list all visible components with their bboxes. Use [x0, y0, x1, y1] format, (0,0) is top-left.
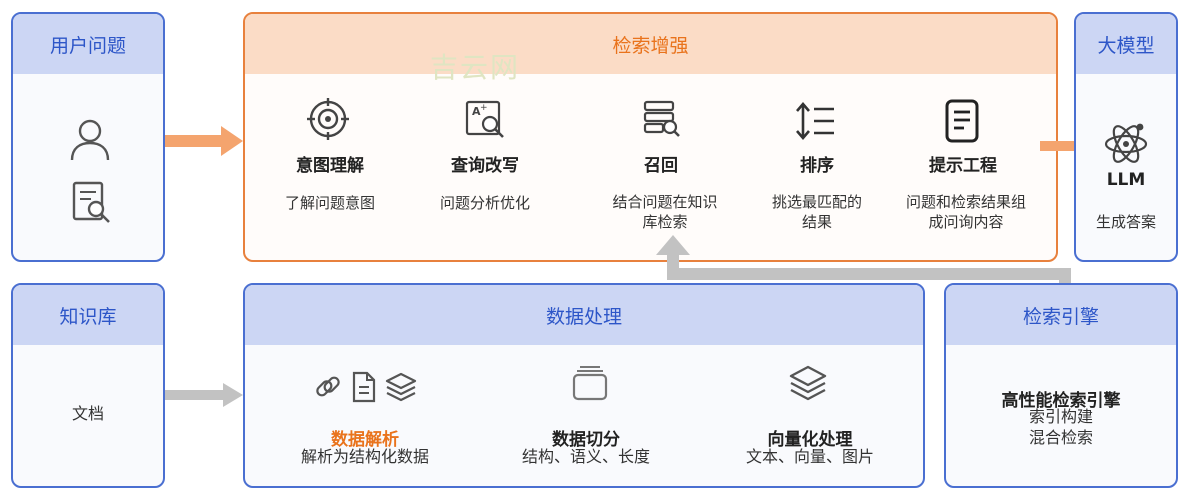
knowledge-title: 知识库 [13, 285, 163, 345]
layers-icon [385, 372, 417, 402]
step-desc-prompt: 问题和检索结果组 成问询内容 [905, 193, 1027, 231]
target-icon [307, 98, 349, 140]
step-title-prompt: 提示工程 [929, 156, 997, 176]
engine-line2: 索引构建 [1028, 407, 1094, 426]
llm-title: 大模型 [1076, 14, 1176, 74]
processing-desc-parse: 解析为结构化数据 [300, 447, 430, 466]
step-title-rank: 排序 [800, 156, 834, 176]
link-icon [316, 376, 340, 397]
user-question-title: 用户问题 [13, 14, 163, 74]
llm-name: LLM [1106, 170, 1146, 190]
engine-title: 检索引擎 [946, 285, 1176, 345]
llm-desc: 生成答案 [1095, 213, 1157, 231]
prompt-document-icon [945, 99, 979, 143]
arrow-knowledge-to-processing [165, 383, 243, 407]
sort-icon [796, 102, 834, 140]
step-title-recall: 召回 [644, 156, 678, 176]
arrow-user-to-retrieval [165, 126, 243, 156]
watermark: 吉云网 [430, 51, 521, 84]
step-desc-rank: 挑选最匹配的 结果 [771, 193, 863, 231]
processing-desc-split: 结构、语义、长度 [521, 447, 651, 466]
user-icon [70, 119, 110, 161]
step-desc-recall: 结合问题在知识 库检索 [612, 193, 718, 231]
svg-text:+: + [480, 103, 488, 113]
stack-box-icon [572, 366, 608, 401]
file-icon [352, 371, 376, 403]
vector-layers-icon [789, 365, 827, 401]
user-question-panel: 用户问题 [11, 12, 165, 262]
database-search-icon [643, 100, 680, 137]
rewrite-search-icon: A + [465, 100, 504, 138]
data-processing-title: 数据处理 [245, 285, 923, 345]
processing-desc-vectorize: 文本、向量、图片 [745, 447, 875, 466]
document-search-icon [72, 181, 110, 223]
atom-icon [1104, 123, 1148, 163]
step-title-rewrite: 查询改写 [451, 156, 519, 176]
arrow-engine-to-recall [656, 235, 1071, 285]
retrieval-title: 检索增强 [245, 14, 1056, 74]
step-desc-rewrite: 问题分析优化 [439, 194, 531, 212]
engine-line3: 混合检索 [1028, 428, 1094, 447]
knowledge-panel: 知识库 [11, 283, 165, 488]
step-desc-intent: 了解问题意图 [284, 194, 376, 212]
knowledge-doc: 文档 [71, 404, 105, 423]
step-title-intent: 意图理解 [296, 156, 364, 176]
